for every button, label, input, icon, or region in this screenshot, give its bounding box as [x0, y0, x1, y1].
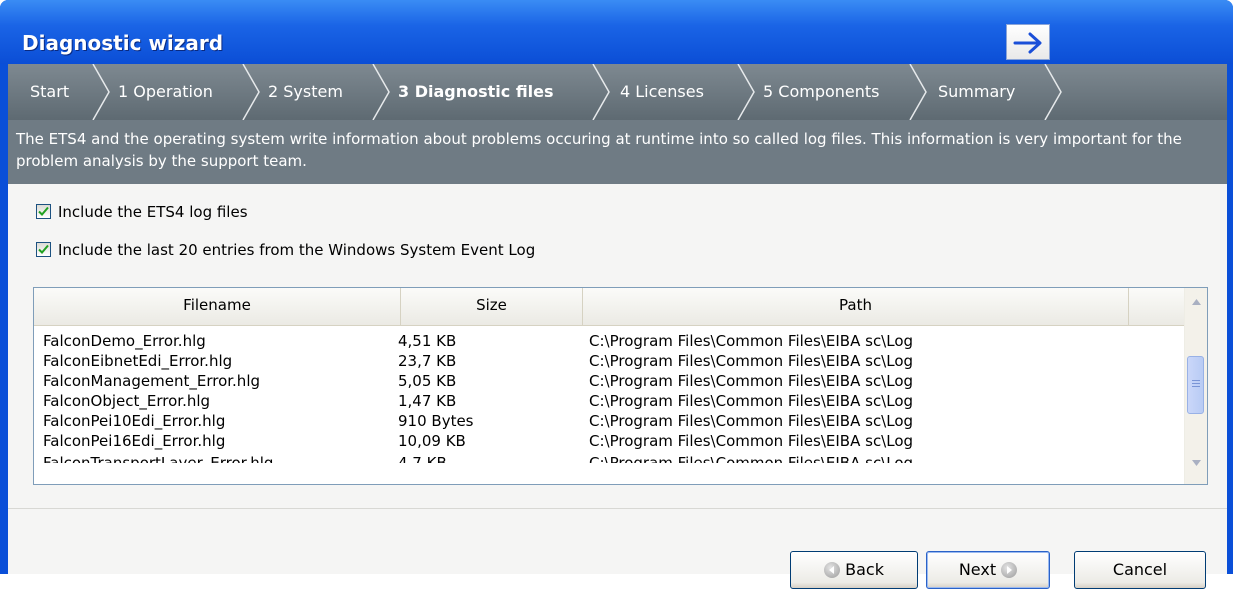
- window-title: Diagnostic wizard: [22, 31, 224, 55]
- column-header-filename[interactable]: Filename: [34, 288, 401, 325]
- size-cell: 910 Bytes: [398, 412, 474, 430]
- back-circle-icon: [824, 562, 841, 578]
- path-cell: C:\Program Files\Common Files\EIBA sc\Lo…: [589, 432, 914, 450]
- table-row[interactable]: FalconObject_Error.hlg 1,47 KB C:\Progra…: [34, 391, 1184, 411]
- back-button-label: Back: [845, 560, 884, 579]
- step-diagnostic-files[interactable]: 3 Diagnostic files: [398, 64, 554, 120]
- next-button-label: Next: [958, 560, 997, 579]
- include-event-log-option[interactable]: Include the last 20 entries from the Win…: [36, 240, 535, 260]
- chevron-separator-icon: [592, 64, 610, 120]
- chevron-separator-icon: [737, 64, 755, 120]
- next-button[interactable]: Next: [926, 551, 1050, 589]
- step-system[interactable]: 2 System: [268, 64, 343, 120]
- grip-icon: [1192, 380, 1200, 381]
- cancel-button-label: Cancel: [1112, 560, 1168, 579]
- cancel-button[interactable]: Cancel: [1074, 551, 1206, 589]
- log-files-table: Filename Size Path FalconDemo_Error.hlg …: [33, 287, 1208, 485]
- filename-cell: FalconPei10Edi_Error.hlg: [43, 412, 226, 430]
- path-cell: C:\Program Files\Common Files\EIBA sc\Lo…: [589, 454, 914, 463]
- include-event-log-label: Include the last 20 entries from the Win…: [58, 241, 536, 259]
- include-event-log-checkbox[interactable]: [36, 242, 51, 257]
- step-components[interactable]: 5 Components: [763, 64, 880, 120]
- size-cell: 5,05 KB: [398, 372, 457, 390]
- table-row[interactable]: FalconPei10Edi_Error.hlg 910 Bytes C:\Pr…: [34, 411, 1184, 431]
- filename-cell: FalconManagement_Error.hlg: [43, 372, 261, 390]
- chevron-separator-icon: [92, 64, 110, 120]
- filename-cell: FalconPei16Edi_Error.hlg: [43, 432, 226, 450]
- right-arrow-icon: [1013, 32, 1042, 54]
- include-ets4-logs-checkbox[interactable]: [36, 204, 51, 219]
- size-cell: 1,47 KB: [398, 392, 457, 410]
- path-cell: C:\Program Files\Common Files\EIBA sc\Lo…: [589, 412, 914, 430]
- chevron-separator-icon: [372, 64, 390, 120]
- step-start[interactable]: Start: [30, 64, 69, 120]
- chevron-separator-icon: [909, 64, 927, 120]
- scroll-up-button[interactable]: [1185, 288, 1207, 328]
- chevron-separator-icon: [1044, 64, 1062, 120]
- include-ets4-logs-label: Include the ETS4 log files: [58, 203, 248, 221]
- vertical-scrollbar[interactable]: [1184, 288, 1207, 484]
- size-cell: 4,51 KB: [398, 332, 457, 350]
- scroll-down-button[interactable]: [1185, 444, 1207, 484]
- step-operation[interactable]: 1 Operation: [118, 64, 213, 120]
- table-row[interactable]: FalconPei16Edi_Error.hlg 10,09 KB C:\Pro…: [34, 431, 1184, 451]
- table-header: Filename Size Path: [34, 288, 1184, 326]
- scrollbar-thumb[interactable]: [1187, 356, 1204, 414]
- table-row[interactable]: FalconManagement_Error.hlg 5,05 KB C:\Pr…: [34, 371, 1184, 391]
- checkmark-icon: [38, 244, 49, 254]
- path-cell: C:\Program Files\Common Files\EIBA sc\Lo…: [589, 372, 914, 390]
- column-header-size[interactable]: Size: [401, 288, 583, 325]
- size-cell: 4,7 KB: [398, 454, 447, 463]
- scroll-up-arrow-icon: [1191, 299, 1201, 305]
- chevron-separator-icon: [242, 64, 260, 120]
- next-circle-icon: [1001, 562, 1018, 578]
- step-summary[interactable]: Summary: [938, 64, 1015, 120]
- filename-cell: FalconTransportLayer_Error.hlg: [43, 454, 274, 463]
- info-text: The ETS4 and the operating system write …: [16, 130, 1182, 170]
- wizard-content: Start 1 Operation 2 System 3 Diagnostic …: [8, 64, 1227, 589]
- path-cell: C:\Program Files\Common Files\EIBA sc\Lo…: [589, 332, 914, 350]
- step-bar: Start 1 Operation 2 System 3 Diagnostic …: [8, 64, 1227, 120]
- title-bar: Diagnostic wizard: [0, 0, 1233, 64]
- include-ets4-logs-option[interactable]: Include the ETS4 log files: [36, 202, 248, 222]
- step-licenses[interactable]: 4 Licenses: [620, 64, 704, 120]
- column-header-path[interactable]: Path: [583, 288, 1129, 325]
- back-button[interactable]: Back: [790, 551, 918, 589]
- table-row[interactable]: FalconTransportLayer_Error.hlg 4,7 KB C:…: [34, 451, 1184, 463]
- filename-cell: FalconObject_Error.hlg: [43, 392, 211, 410]
- size-cell: 10,09 KB: [398, 432, 466, 450]
- path-cell: C:\Program Files\Common Files\EIBA sc\Lo…: [589, 392, 914, 410]
- info-banner: The ETS4 and the operating system write …: [8, 120, 1227, 184]
- size-cell: 23,7 KB: [398, 352, 457, 370]
- forward-arrow-button[interactable]: [1006, 24, 1050, 60]
- footer-divider: [8, 508, 1227, 509]
- diagnostic-wizard-window: Diagnostic wizard Start 1 Operation 2 Sy…: [0, 0, 1233, 589]
- filename-cell: FalconEibnetEdi_Error.hlg: [43, 352, 233, 370]
- checkmark-icon: [38, 206, 49, 216]
- scroll-down-arrow-icon: [1191, 460, 1201, 466]
- filename-cell: FalconDemo_Error.hlg: [43, 332, 206, 350]
- table-row[interactable]: FalconEibnetEdi_Error.hlg 23,7 KB C:\Pro…: [34, 351, 1184, 371]
- path-cell: C:\Program Files\Common Files\EIBA sc\Lo…: [589, 352, 914, 370]
- table-row[interactable]: FalconDemo_Error.hlg 4,51 KB C:\Program …: [34, 331, 1184, 351]
